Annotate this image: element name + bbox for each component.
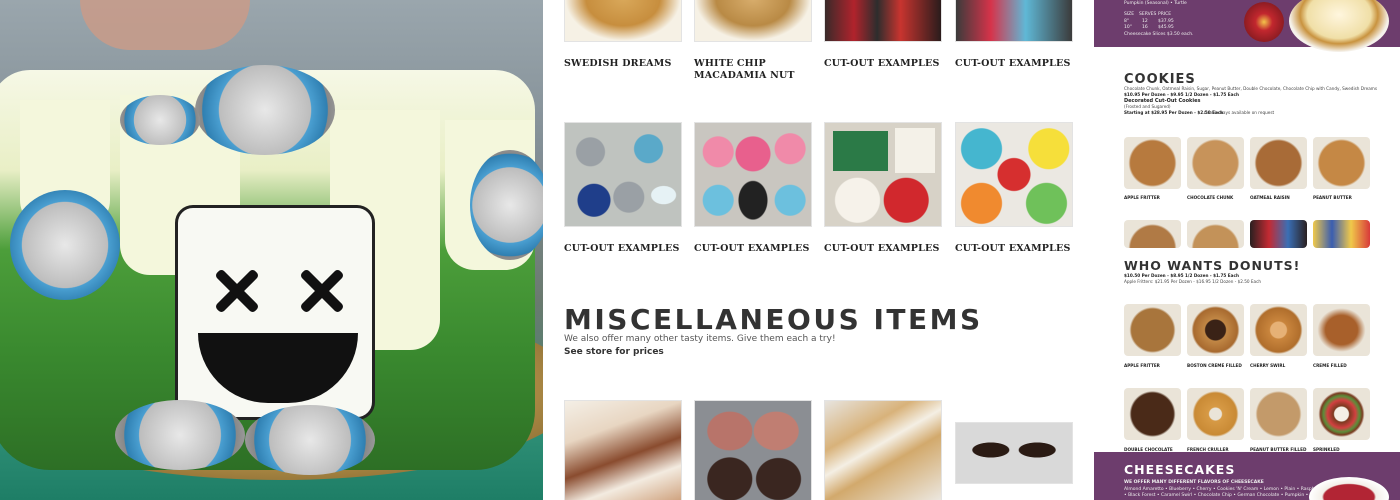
gallery-caption: CUT-OUT EXAMPLES	[564, 243, 680, 254]
donut-image	[1187, 304, 1244, 356]
photo-face-eye	[298, 268, 344, 314]
gallery-caption: CUT-OUT EXAMPLES	[824, 243, 940, 254]
gallery-caption: SWEDISH DREAMS	[564, 58, 672, 69]
cookie-image	[1187, 137, 1244, 189]
gallery-caption: WHITE CHIP MACADAMIA NUT	[694, 58, 795, 81]
gallery-image-swedish-dreams[interactable]	[564, 0, 682, 42]
price-cell: $45.95	[1158, 25, 1174, 30]
gallery-image-cut-out-examples[interactable]	[564, 122, 682, 227]
cookie-image	[1250, 137, 1307, 189]
gallery-image-cut-out-examples[interactable]	[955, 122, 1073, 227]
poinsettia-image	[1244, 2, 1284, 42]
section-subtitle: We also offer many other tasty items. Gi…	[564, 334, 836, 344]
gallery-caption: CUT-OUT EXAMPLES	[955, 243, 1071, 254]
gallery-image-cut-out-examples[interactable]	[955, 0, 1073, 42]
fritters-price: Apple Fritters: $21.95 Per Dozen - $16.9…	[1124, 279, 1262, 284]
page: SWEDISH DREAMS WHITE CHIP MACADAMIA NUT …	[0, 0, 1400, 500]
see-store-link[interactable]: See store for prices	[564, 347, 664, 357]
cookie-label: APPLE FRITTER	[1124, 195, 1160, 200]
cheesecakes-flavors: • Black Forest • Caramel Swirl • Chocola…	[1124, 493, 1323, 498]
cookies-title: COOKIES	[1124, 72, 1196, 87]
photo-coin	[195, 65, 335, 155]
donut-image	[1187, 388, 1244, 440]
donut-image	[1250, 304, 1307, 356]
cookie-image	[1124, 137, 1181, 189]
cookie-image	[1313, 220, 1370, 248]
cake-photo	[0, 0, 543, 500]
gallery-image-misc-item[interactable]	[955, 422, 1073, 484]
donut-label: BOSTON CREME FILLED	[1187, 363, 1242, 368]
photo-hand	[80, 0, 250, 50]
cookie-image	[1124, 220, 1181, 248]
section-title: MISCELLANEOUS ITEMS	[564, 303, 983, 336]
donuts-title: WHO WANTS DONUTS!	[1124, 258, 1301, 273]
donut-image	[1250, 388, 1307, 440]
cheesecakes-title: CHEESECAKES	[1124, 462, 1236, 477]
price-cell: 10"	[1124, 25, 1132, 30]
cheesecake-image	[1309, 477, 1389, 500]
gallery-caption: CUT-OUT EXAMPLES	[824, 58, 940, 69]
donut-image	[1124, 304, 1181, 356]
cookie-gallery: SWEDISH DREAMS WHITE CHIP MACADAMIA NUT …	[543, 0, 1094, 500]
price-header-serves: SERVES	[1139, 12, 1157, 17]
cookie-label: OATMEAL RAISIN	[1250, 195, 1290, 200]
donut-label: CHERRY SWIRL	[1250, 363, 1286, 368]
price-cell: 16	[1142, 25, 1148, 30]
cookie-image	[1313, 137, 1370, 189]
cookie-image	[1250, 220, 1307, 248]
gallery-image-cut-out-examples[interactable]	[824, 0, 942, 42]
donut-image	[1313, 388, 1370, 440]
decorated-cookies-note: Cookie trays available on request	[1204, 110, 1275, 115]
gallery-image-cut-out-examples[interactable]	[824, 122, 942, 227]
photo-coin	[120, 95, 200, 145]
price-band-line: Pumpkin (Seasonal) • Turtle	[1124, 1, 1187, 6]
cookie-label: CHOCOLATE CHUNK	[1187, 195, 1234, 200]
photo-face-smile	[198, 333, 358, 403]
photo-coin	[470, 150, 543, 260]
cookie-label: PEANUT BUTTER	[1313, 195, 1352, 200]
gallery-image-cut-out-examples[interactable]	[694, 122, 812, 227]
cookie-image	[1187, 220, 1244, 248]
price-header-price: PRICE	[1158, 12, 1172, 17]
photo-coin	[10, 190, 120, 300]
photo-coin	[245, 405, 375, 475]
donut-label: APPLE FRITTER	[1124, 363, 1160, 368]
donut-image	[1124, 388, 1181, 440]
gallery-image-misc-item[interactable]	[824, 400, 942, 500]
menu-flyer: Pumpkin (Seasonal) • Turtle SIZE SERVES …	[1094, 0, 1400, 500]
gallery-caption: CUT-OUT EXAMPLES	[955, 58, 1071, 69]
gallery-image-misc-item[interactable]	[564, 400, 682, 500]
photo-marshmello-face	[175, 205, 375, 420]
cheesecakes-line: WE OFFER MANY DIFFERENT FLAVORS OF CHEES…	[1124, 480, 1264, 485]
gallery-image-misc-item[interactable]	[694, 400, 812, 500]
gallery-image-white-chip-macadamia-nut[interactable]	[694, 0, 812, 42]
donut-image	[1313, 304, 1370, 356]
cheesecakes-band: CHEESECAKES WE OFFER MANY DIFFERENT FLAV…	[1094, 452, 1400, 500]
cheesecake-image	[1289, 0, 1389, 52]
price-header-size: SIZE	[1124, 12, 1135, 17]
photo-coin	[115, 400, 245, 470]
cheesecake-price-band: Pumpkin (Seasonal) • Turtle SIZE SERVES …	[1094, 0, 1400, 52]
donut-label: CREME FILLED	[1313, 363, 1347, 368]
price-band-note: Cheesecake Slices $3.50 each.	[1124, 32, 1194, 37]
gallery-caption: CUT-OUT EXAMPLES	[694, 243, 810, 254]
photo-face-eye	[213, 268, 259, 314]
